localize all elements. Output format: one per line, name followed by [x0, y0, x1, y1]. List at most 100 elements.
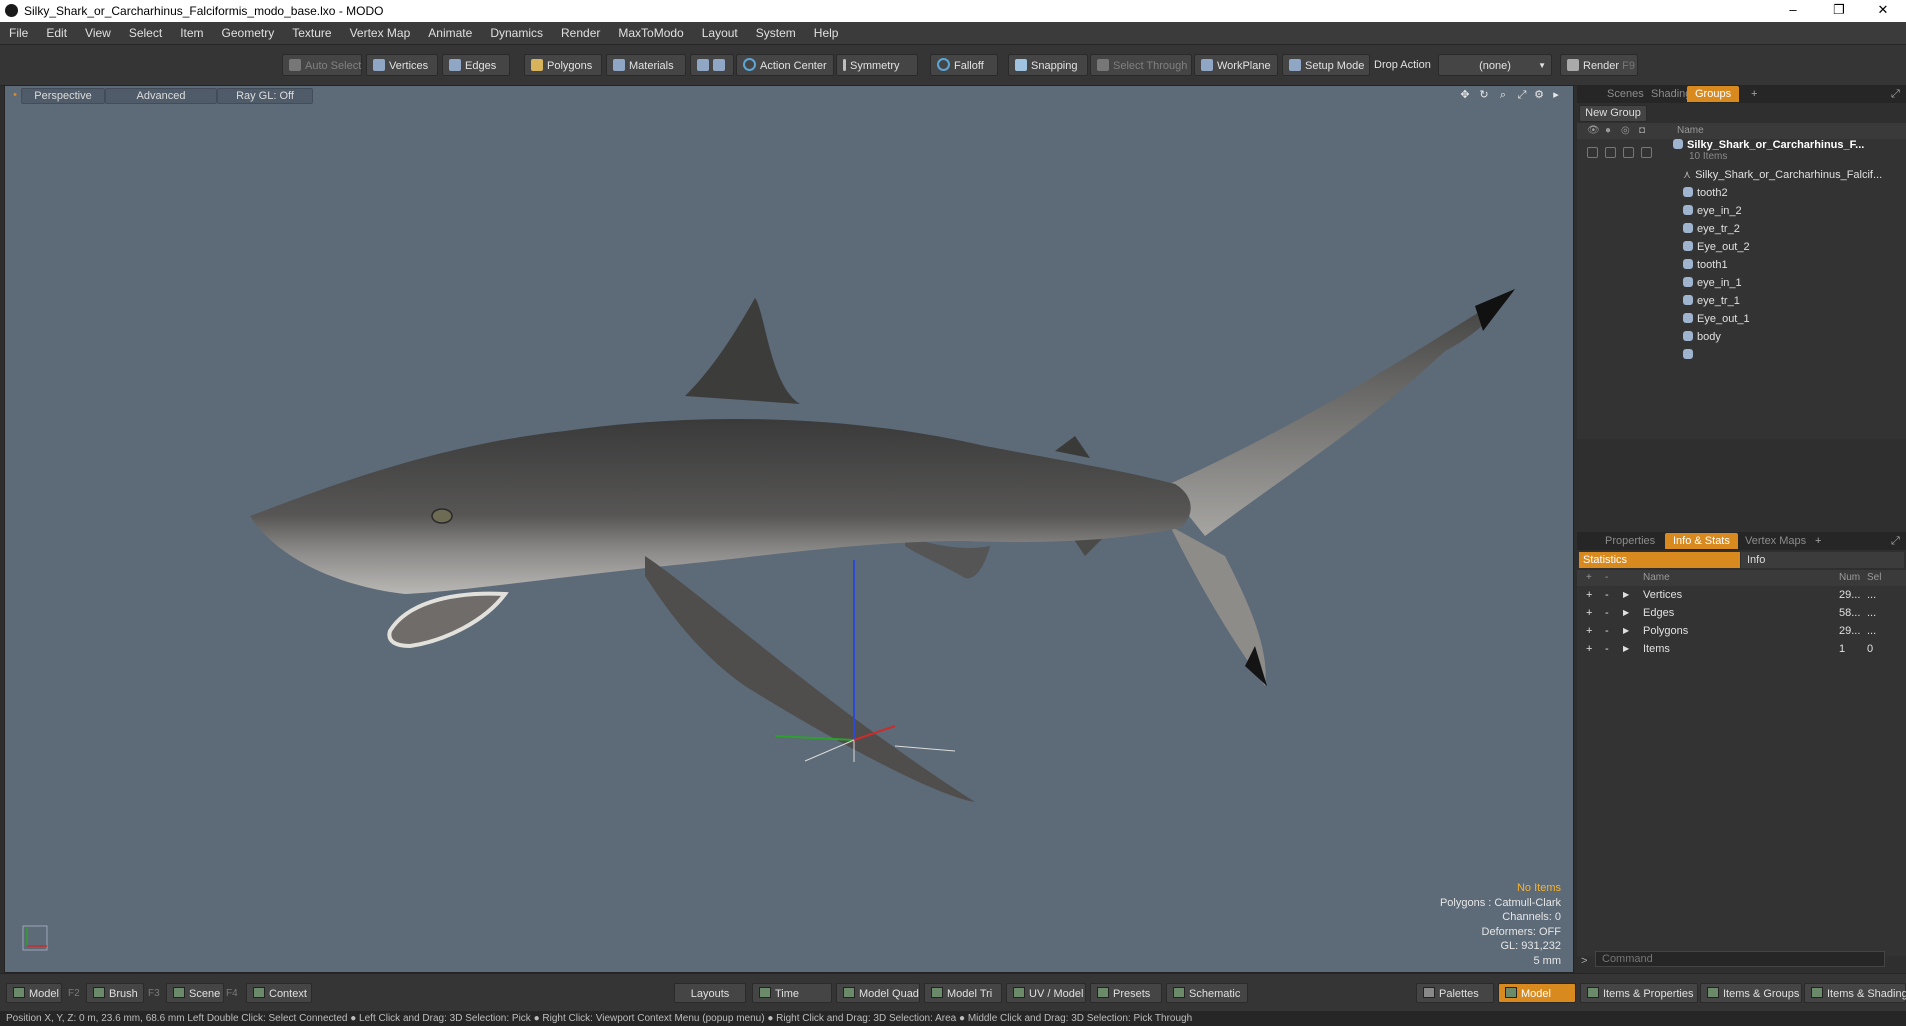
materials-button[interactable]: Materials [606, 54, 686, 76]
list-item[interactable]: tooth2 [1577, 184, 1906, 202]
items-properties-button[interactable]: Items & Properties [1580, 983, 1698, 1003]
polygons-button[interactable]: Polygons [524, 54, 602, 76]
collapse-all-icon[interactable]: - [1605, 570, 1608, 586]
3d-viewport[interactable]: • Perspective Advanced Ray GL: Off ✥ ↻ ⌕… [4, 85, 1574, 973]
add-tab-icon[interactable]: + [1743, 86, 1765, 102]
model-layout-button[interactable]: Model [6, 983, 62, 1003]
schematic-button[interactable]: Schematic [1166, 983, 1248, 1003]
menu-render[interactable]: Render [552, 22, 609, 44]
tab-vertex-maps[interactable]: Vertex Maps [1737, 533, 1814, 549]
layouts-button[interactable]: Layouts [674, 983, 746, 1003]
list-item[interactable]: eye_in_2 [1577, 202, 1906, 220]
presets-button[interactable]: Presets [1090, 983, 1162, 1003]
list-item[interactable]: eye_tr_1 [1577, 292, 1906, 310]
expand-all-icon[interactable]: + [1586, 570, 1592, 586]
model-quad-button[interactable]: Model Quad [836, 983, 920, 1003]
table-row[interactable]: + - ▶ Polygons 29...... [1577, 622, 1906, 640]
menu-texture[interactable]: Texture [283, 22, 340, 44]
menu-geometry[interactable]: Geometry [213, 22, 284, 44]
list-item[interactable]: body [1577, 328, 1906, 346]
items-shading-button[interactable]: Items & Shading [1804, 983, 1906, 1003]
uv-model-button[interactable]: UV / Model [1006, 983, 1086, 1003]
table-row[interactable]: + - ▶ Vertices 29...... [1577, 586, 1906, 604]
select-through-button[interactable]: Select Through [1090, 54, 1192, 76]
list-item[interactable]: ⋏ Silky_Shark_or_Carcharhinus_Falcif... [1577, 166, 1906, 184]
workplane-button[interactable]: WorkPlane [1194, 54, 1278, 76]
statistics-subtab[interactable]: Statistics [1579, 552, 1740, 568]
symmetry-icon [843, 59, 846, 71]
info-polygons: Polygons : Catmull-Clark [1439, 896, 1561, 909]
material-icon [1683, 223, 1693, 233]
drop-action-select[interactable]: (none) ▼ [1438, 54, 1552, 76]
table-row[interactable]: + - ▶ Edges 58...... [1577, 604, 1906, 622]
menu-view[interactable]: View [76, 22, 120, 44]
symmetry-button[interactable]: Symmetry [836, 54, 918, 76]
shark-body [250, 419, 1191, 594]
selection-sets-button[interactable] [690, 54, 734, 76]
menu-maxtomodo[interactable]: MaxToModo [609, 22, 692, 44]
menu-system[interactable]: System [747, 22, 805, 44]
panel-expand-icon[interactable]: ⤢ [1883, 86, 1906, 102]
material-icon [1683, 205, 1693, 215]
menu-dynamics[interactable]: Dynamics [481, 22, 552, 44]
auto-select-icon [289, 59, 301, 71]
palettes-button[interactable]: Palettes [1416, 983, 1494, 1003]
items-groups-button[interactable]: Items & Groups [1700, 983, 1802, 1003]
list-item[interactable]: eye_tr_2 [1577, 220, 1906, 238]
action-center-button[interactable]: Action Center [736, 54, 834, 76]
context-layout-button[interactable]: Context [246, 983, 312, 1003]
menu-vertex-map[interactable]: Vertex Map [341, 22, 420, 44]
group-row[interactable]: Silky_Shark_or_Carcharhinus_F... 10 Item… [1577, 139, 1906, 165]
model-shortcut: F2 [68, 988, 80, 999]
tab-properties[interactable]: Properties [1597, 533, 1663, 549]
edges-button[interactable]: Edges [442, 54, 510, 76]
layout-icon [759, 987, 771, 998]
snapping-button[interactable]: Snapping [1008, 54, 1088, 76]
list-item[interactable] [1577, 346, 1906, 364]
add-tab-icon[interactable]: + [1807, 533, 1829, 549]
shark-tail-tip [1475, 289, 1515, 331]
falloff-button[interactable]: Falloff [930, 54, 998, 76]
menu-layout[interactable]: Layout [693, 22, 747, 44]
menu-item[interactable]: Item [171, 22, 212, 44]
model-active-button[interactable]: Model [1498, 983, 1576, 1003]
menu-bar: File Edit View Select Item Geometry Texture Ver… [0, 22, 1906, 45]
panel-expand-icon[interactable]: ⤢ [1883, 533, 1906, 549]
new-group-button[interactable]: New Group [1579, 105, 1647, 122]
list-item[interactable]: Eye_out_1 [1577, 310, 1906, 328]
list-item[interactable]: Eye_out_2 [1577, 238, 1906, 256]
info-subtab[interactable]: Info [1741, 552, 1904, 568]
tab-info-stats[interactable]: Info & Stats [1665, 533, 1738, 549]
material-icon [1683, 313, 1693, 323]
list-item[interactable]: eye_in_1 [1577, 274, 1906, 292]
visibility-toggle[interactable] [1587, 147, 1598, 158]
scene-layout-button[interactable]: Scene [166, 983, 224, 1003]
restore-button[interactable]: ❐ [1816, 0, 1862, 22]
menu-help[interactable]: Help [805, 22, 848, 44]
tab-groups[interactable]: Groups [1687, 86, 1740, 102]
select-toggle[interactable] [1641, 147, 1652, 158]
list-item[interactable]: tooth1 [1577, 256, 1906, 274]
close-button[interactable]: ✕ [1860, 0, 1906, 22]
list-item-label: ⋏ Silky_Shark_or_Carcharhinus_Falcif... [1683, 169, 1883, 181]
render-button[interactable]: Render F9 [1560, 54, 1638, 76]
render-toggle[interactable] [1623, 147, 1634, 158]
command-input[interactable] [1595, 951, 1885, 967]
lock-toggle[interactable] [1605, 147, 1616, 158]
minimize-button[interactable]: – [1770, 0, 1816, 22]
model-tri-button[interactable]: Model Tri [924, 983, 1002, 1003]
brush-layout-button[interactable]: Brush [86, 983, 144, 1003]
action-center-icon [743, 58, 756, 71]
vertices-button[interactable]: Vertices [366, 54, 438, 76]
menu-edit[interactable]: Edit [37, 22, 76, 44]
time-button[interactable]: Time [752, 983, 832, 1003]
table-row[interactable]: + - ▶ Items 1 0 [1577, 640, 1906, 658]
menu-file[interactable]: File [0, 22, 37, 44]
menu-select[interactable]: Select [120, 22, 171, 44]
scene-tab-bar: Scenes Shading Groups + ⤢ [1577, 85, 1906, 103]
menu-animate[interactable]: Animate [419, 22, 481, 44]
chevron-right-icon: ▶ [1623, 608, 1630, 617]
snapping-icon [1015, 59, 1027, 71]
auto-select-button[interactable]: Auto Select [282, 54, 362, 76]
setup-mode-button[interactable]: Setup Mode [1282, 54, 1370, 76]
